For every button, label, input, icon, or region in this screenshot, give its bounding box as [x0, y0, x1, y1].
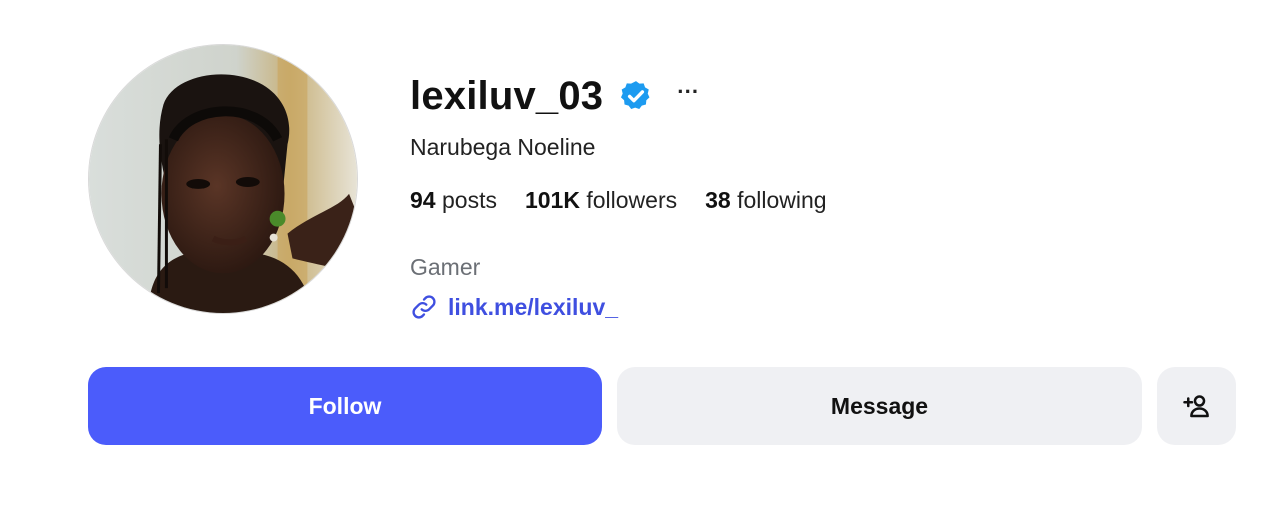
followers-stat[interactable]: 101K followers: [525, 187, 677, 214]
add-user-button[interactable]: [1157, 367, 1236, 445]
follow-button[interactable]: Follow: [88, 367, 602, 445]
following-count: 38: [705, 187, 731, 213]
link-icon: [410, 293, 438, 321]
full-name: Narubega Noeline: [410, 134, 596, 160]
following-stat[interactable]: 38 following: [705, 187, 826, 214]
username: lexiluv_03: [410, 73, 604, 118]
avatar[interactable]: [88, 44, 358, 314]
profile-stats: 94 posts 101K followers 38 following: [410, 187, 1230, 214]
followers-label: followers: [586, 187, 678, 213]
profile-link[interactable]: link.me/lexiluv_: [410, 293, 1230, 321]
bio: Gamer: [410, 254, 481, 280]
avatar-image: [89, 45, 357, 313]
followers-count: 101K: [524, 187, 580, 213]
following-label: following: [737, 187, 827, 213]
posts-count: 94: [410, 187, 436, 213]
posts-stat[interactable]: 94 posts: [410, 187, 497, 214]
verified-badge-icon: [619, 79, 653, 113]
message-button[interactable]: Message: [617, 367, 1142, 445]
posts-label: posts: [441, 187, 497, 213]
title-row: lexiluv_03 ···: [410, 70, 1230, 122]
profile-link-text[interactable]: link.me/lexiluv_: [448, 294, 618, 321]
add-user-icon: [1182, 395, 1209, 418]
more-options-button[interactable]: ···: [671, 77, 705, 107]
profile-info: lexiluv_03 ··· Narubega Noeline 94 posts…: [410, 70, 1230, 321]
